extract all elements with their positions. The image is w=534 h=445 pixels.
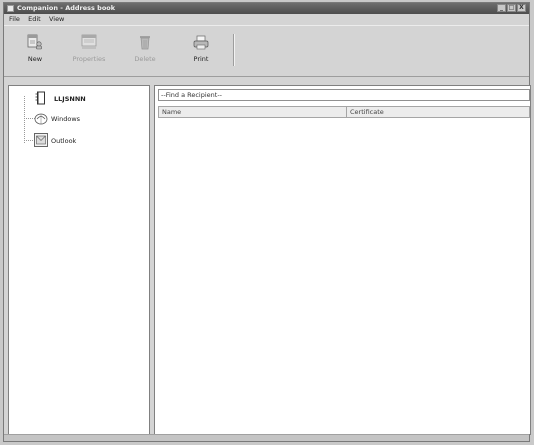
- menu-file[interactable]: File: [4, 14, 23, 24]
- delete-button[interactable]: Delete: [125, 30, 165, 72]
- print-button[interactable]: Print: [181, 30, 221, 72]
- minimize-button[interactable]: _: [497, 4, 506, 12]
- new-label: New: [27, 55, 43, 63]
- delete-icon: [136, 33, 154, 51]
- tree-root-item[interactable]: LLJSNNN: [9, 90, 149, 108]
- menu-view[interactable]: View: [46, 14, 67, 24]
- outlook-icon: [34, 133, 48, 147]
- title-bar[interactable]: Companion - Address book _ □ X: [4, 3, 529, 14]
- address-book-window: Companion - Address book _ □ X File Edit…: [3, 2, 531, 442]
- app-icon: [7, 5, 14, 12]
- print-label: Print: [193, 55, 209, 63]
- maximize-button[interactable]: □: [507, 4, 516, 12]
- tree-item-windows-label: Windows: [51, 115, 81, 123]
- recipient-list-pane: Name Certificate: [154, 85, 531, 435]
- menu-edit[interactable]: Edit: [25, 14, 44, 24]
- tree-item-windows[interactable]: Windows: [9, 110, 149, 128]
- folder-tree[interactable]: LLJSNNN Windows Outlook: [8, 85, 150, 435]
- properties-label: Properties: [72, 55, 106, 63]
- printer-icon: [192, 33, 210, 51]
- properties-icon: [80, 33, 98, 51]
- window-controls: _ □ X: [497, 4, 526, 12]
- list-header: Name Certificate: [158, 106, 530, 118]
- status-bar: [4, 434, 529, 441]
- windows-contacts-icon: [34, 111, 48, 125]
- find-recipient-input[interactable]: [158, 89, 530, 101]
- properties-button[interactable]: Properties: [69, 30, 109, 72]
- toolbar-separator: [233, 34, 235, 66]
- new-button[interactable]: New: [15, 30, 55, 72]
- delete-label: Delete: [134, 55, 156, 63]
- tree-root-label: LLJSNNN: [54, 95, 86, 103]
- close-button[interactable]: X: [517, 4, 526, 12]
- tree-item-outlook-label: Outlook: [51, 137, 77, 145]
- window-title: Companion - Address book: [17, 4, 116, 12]
- column-header-name[interactable]: Name: [159, 107, 347, 117]
- tree-item-outlook[interactable]: Outlook: [9, 132, 149, 150]
- new-contact-icon: [26, 33, 44, 51]
- toolbar: New Properties Delete Print: [4, 25, 529, 77]
- menu-bar: File Edit View: [4, 14, 529, 24]
- address-book-icon: [34, 91, 48, 105]
- column-header-certificate[interactable]: Certificate: [347, 107, 529, 117]
